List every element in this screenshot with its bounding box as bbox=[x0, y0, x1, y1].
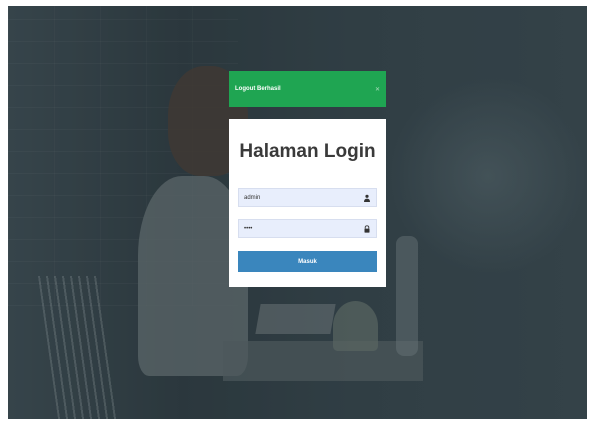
password-field[interactable]: •••• bbox=[238, 219, 377, 238]
alert-text: Logout Berhasil bbox=[235, 86, 281, 92]
login-button[interactable]: Masuk bbox=[238, 251, 377, 272]
background-photo: Logout Berhasil ✕ Halaman Login admin ••… bbox=[8, 6, 587, 419]
lock-icon bbox=[363, 224, 371, 233]
page-title: Halaman Login bbox=[239, 141, 376, 162]
login-panel: Halaman Login admin •••• Masuk bbox=[229, 119, 386, 287]
alert-banner: Logout Berhasil ✕ bbox=[229, 71, 386, 107]
username-field[interactable]: admin bbox=[238, 188, 377, 207]
password-value: •••• bbox=[244, 225, 253, 232]
username-value: admin bbox=[244, 194, 261, 201]
close-icon[interactable]: ✕ bbox=[375, 86, 380, 93]
user-icon bbox=[363, 194, 371, 202]
